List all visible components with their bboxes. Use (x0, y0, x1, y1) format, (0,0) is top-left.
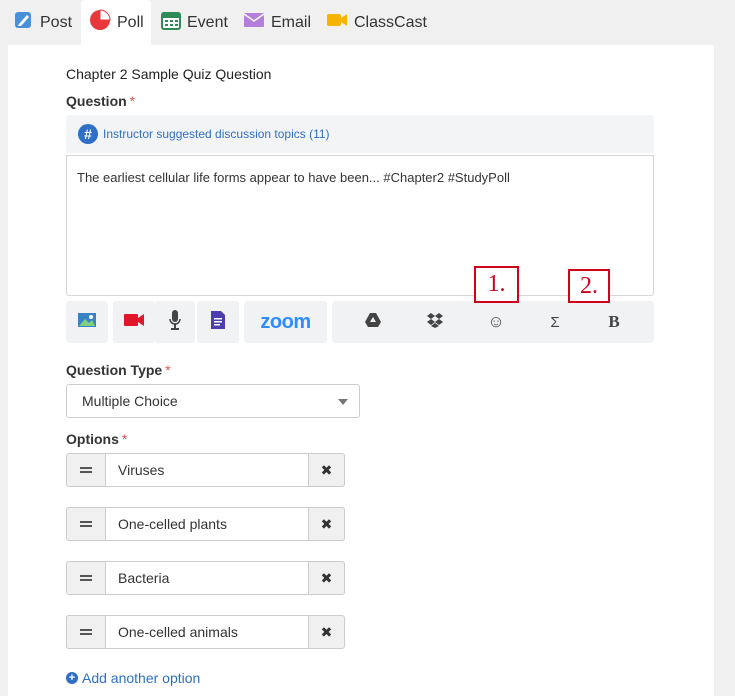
annotation-marker-2: 2. (568, 269, 610, 303)
document-icon (210, 310, 226, 335)
tab-poll[interactable]: Poll (81, 0, 151, 45)
envelope-icon (243, 11, 265, 34)
plus-circle-icon: + (66, 672, 78, 684)
tab-event[interactable]: Event (161, 0, 228, 45)
calendar-icon (161, 10, 181, 35)
insert-video-button[interactable] (113, 301, 155, 343)
add-option-label: Add another option (82, 670, 201, 686)
option-row: One-celled animals ✖ (66, 615, 345, 649)
option-row: One-celled plants ✖ (66, 507, 345, 541)
remove-option-button[interactable]: ✖ (308, 615, 345, 649)
close-icon: ✖ (320, 623, 333, 640)
annotation-marker-1: 1. (474, 266, 519, 303)
options-label-text: Options (66, 431, 119, 447)
tab-event-label: Event (187, 13, 228, 31)
question-type-value: Multiple Choice (82, 393, 178, 409)
option-text: Viruses (118, 462, 165, 478)
tab-classcast[interactable]: ClassCast (326, 0, 427, 45)
drag-handle[interactable] (66, 615, 106, 649)
dropbox-button[interactable] (410, 301, 460, 343)
required-mark: * (121, 431, 128, 447)
emoji-button[interactable]: ☺ (471, 301, 521, 343)
required-mark: * (165, 362, 171, 378)
video-camera-icon (326, 11, 348, 34)
math-equation-button[interactable]: Σ (530, 301, 580, 343)
option-input[interactable]: One-celled plants (105, 507, 309, 541)
sigma-icon: Σ (550, 313, 560, 331)
record-audio-button[interactable] (155, 301, 195, 343)
question-editor[interactable]: The earliest cellular life forms appear … (66, 155, 654, 296)
drag-handle-icon (80, 521, 92, 527)
google-drive-icon (364, 312, 382, 333)
tab-post-label: Post (40, 13, 73, 31)
discussion-topics-bar: # Instructor suggested discussion topics… (66, 115, 654, 153)
remove-option-button[interactable]: ✖ (308, 507, 345, 541)
tab-email[interactable]: Email (243, 0, 311, 45)
drag-handle-icon (80, 575, 92, 581)
drag-handle-icon (80, 467, 92, 473)
remove-option-button[interactable]: ✖ (308, 561, 345, 595)
video-icon (123, 313, 145, 332)
post-icon (14, 10, 34, 35)
question-label: Question * (66, 93, 135, 109)
insert-document-button[interactable] (197, 301, 239, 343)
drag-handle[interactable] (66, 507, 106, 541)
drag-handle[interactable] (66, 561, 106, 595)
close-icon: ✖ (320, 515, 333, 532)
close-icon: ✖ (320, 461, 333, 478)
option-input[interactable]: Bacteria (105, 561, 309, 595)
option-input[interactable]: Viruses (105, 453, 309, 487)
remove-option-button[interactable]: ✖ (308, 453, 345, 487)
microphone-icon (168, 309, 182, 336)
bold-icon: B (608, 312, 620, 331)
option-text: One-celled animals (118, 624, 238, 640)
image-icon (77, 312, 97, 333)
zoom-logo-label: zoom (260, 310, 311, 333)
option-row: Bacteria ✖ (66, 561, 345, 595)
zoom-button[interactable]: zoom (244, 301, 327, 343)
composer-tabs: Post Poll Event Email ClassCast (0, 0, 735, 45)
question-text: The earliest cellular life forms appear … (77, 170, 510, 185)
required-mark: * (129, 93, 136, 109)
google-drive-button[interactable] (348, 301, 398, 343)
question-type-label-text: Question Type (66, 362, 163, 378)
tab-post[interactable]: Post (14, 0, 72, 45)
tab-poll-label: Poll (117, 13, 144, 31)
options-label: Options * (66, 431, 127, 447)
close-icon: ✖ (320, 569, 333, 586)
insert-image-button[interactable] (66, 301, 108, 343)
bold-button[interactable]: B (589, 301, 639, 343)
option-text: Bacteria (118, 570, 170, 586)
hashtag-icon: # (78, 124, 98, 144)
tab-classcast-label: ClassCast (354, 13, 427, 31)
question-label-text: Question (66, 93, 127, 109)
option-text: One-celled plants (118, 516, 227, 532)
emoji-icon: ☺ (487, 312, 505, 331)
option-row: Viruses ✖ (66, 453, 345, 487)
drag-handle-icon (80, 629, 92, 635)
pie-chart-icon (89, 9, 111, 36)
discussion-topics-link[interactable]: Instructor suggested discussion topics (… (103, 127, 330, 141)
add-option-button[interactable]: + Add another option (66, 670, 200, 686)
poll-title-field[interactable]: Chapter 2 Sample Quiz Question (66, 66, 271, 82)
question-type-select[interactable]: Multiple Choice (66, 384, 360, 418)
question-type-label: Question Type * (66, 362, 171, 378)
chevron-down-icon (338, 399, 348, 405)
drag-handle[interactable] (66, 453, 106, 487)
option-input[interactable]: One-celled animals (105, 615, 309, 649)
toolbar-group-right: ☺ Σ B (332, 301, 654, 343)
dropbox-icon (426, 312, 444, 333)
tab-email-label: Email (271, 13, 312, 31)
